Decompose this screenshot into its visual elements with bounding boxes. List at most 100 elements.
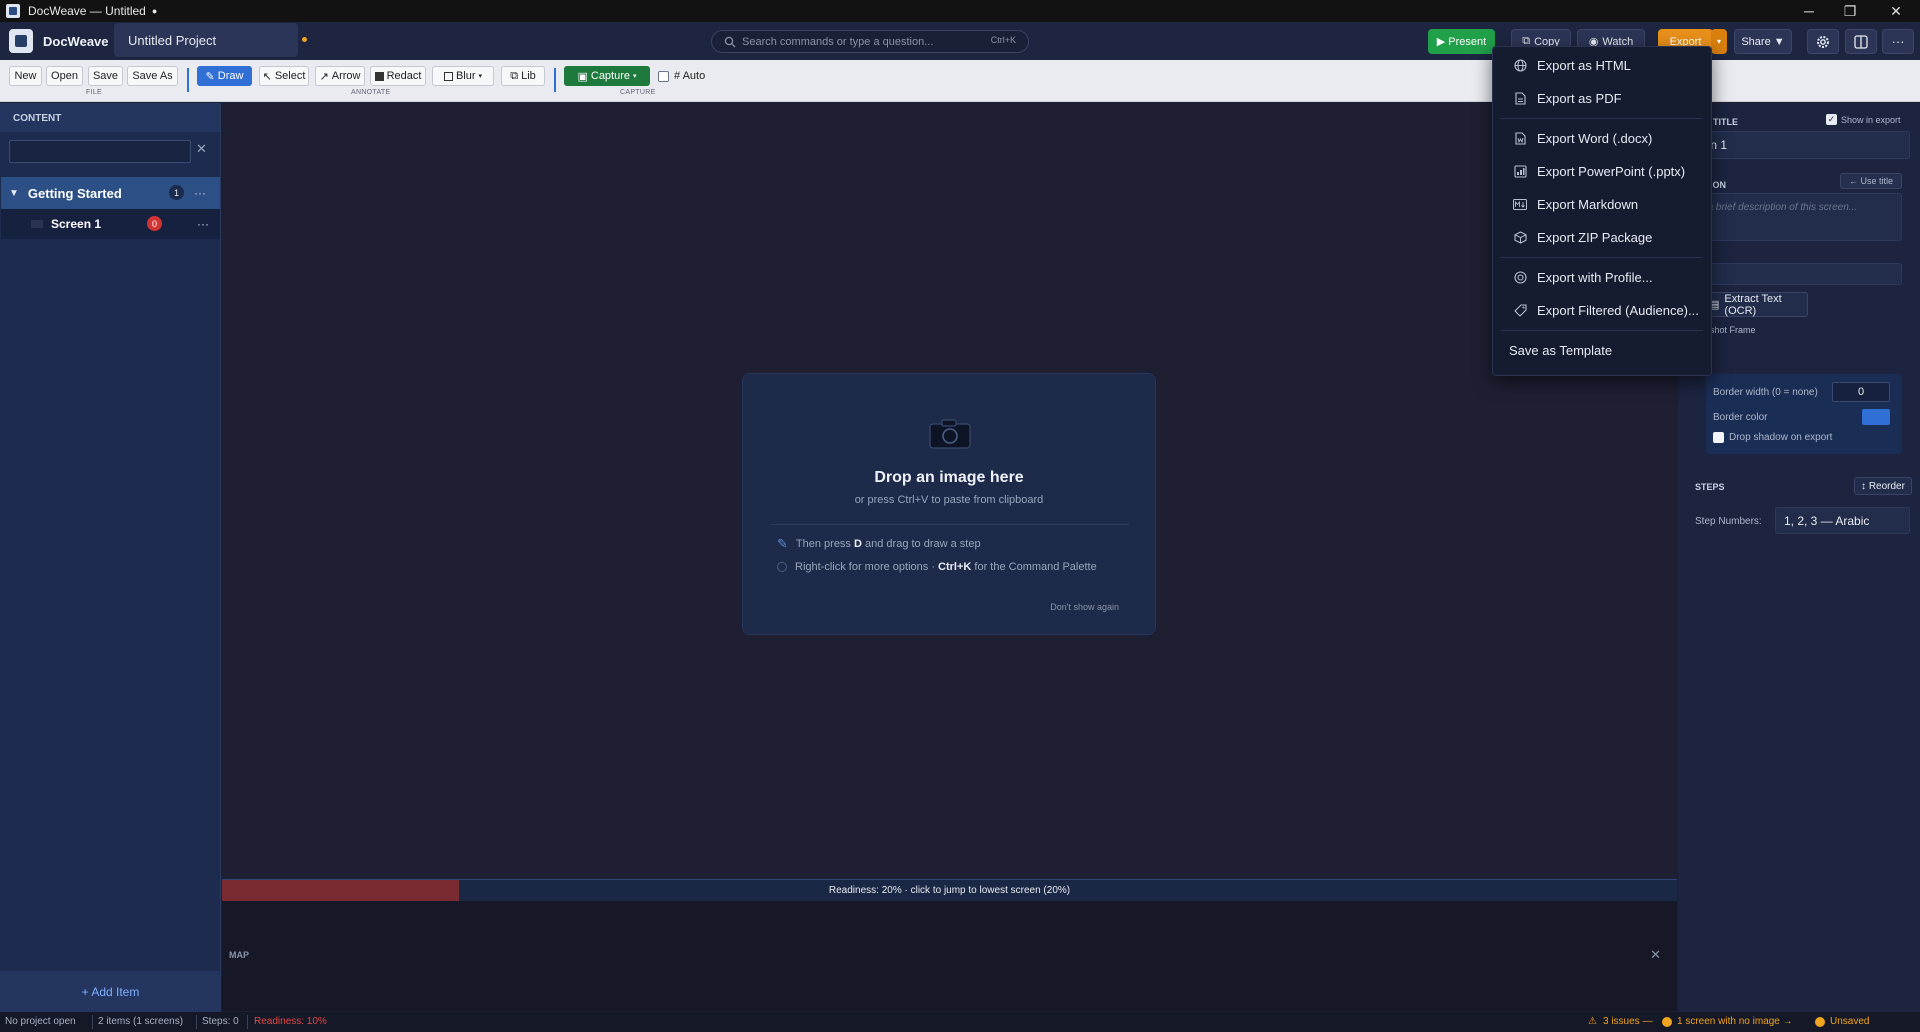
- menu-label: Save as Template: [1509, 342, 1613, 358]
- drop-zone[interactable]: Drop an image here or press Ctrl+V to pa…: [742, 373, 1156, 635]
- checked-checkbox-icon[interactable]: ✓: [1826, 114, 1837, 125]
- close-map-icon[interactable]: ✕: [1650, 947, 1661, 963]
- project-tab[interactable]: Untitled Project: [114, 23, 298, 57]
- menu-export-word[interactable]: Export Word (.docx): [1493, 123, 1711, 153]
- library-button[interactable]: ⧉ Lib: [501, 66, 545, 86]
- blur-tool-button[interactable]: Blur ▾: [432, 66, 494, 86]
- arrow-tool-button[interactable]: ↗ Arrow: [315, 66, 365, 86]
- arrow-label: Arrow: [331, 70, 361, 82]
- select-label: Select: [274, 70, 306, 82]
- save-as-button[interactable]: Save As: [127, 66, 178, 86]
- screen-thumbnail-icon: [31, 220, 43, 228]
- dont-show-again-link[interactable]: Don't show again: [1050, 602, 1119, 612]
- collapse-triangle-icon[interactable]: ▼: [9, 188, 19, 199]
- save-button[interactable]: Save: [88, 66, 123, 86]
- menu-label: Export as HTML: [1537, 57, 1631, 73]
- restore-button[interactable]: ❐: [1827, 0, 1873, 22]
- issue-count-badge: 0: [147, 216, 162, 231]
- unsaved-dot-icon: [1815, 1017, 1825, 1027]
- search-icon: [724, 36, 736, 47]
- new-button[interactable]: New: [9, 66, 42, 86]
- screen-more-button[interactable]: ···: [197, 217, 209, 231]
- drop-shadow-checkbox[interactable]: [1713, 432, 1724, 443]
- command-search[interactable]: Search commands or type a question... Ct…: [711, 30, 1029, 53]
- add-item-button[interactable]: + Add Item: [0, 971, 221, 1012]
- status-no-image[interactable]: 1 screen with no image →: [1677, 1016, 1793, 1027]
- border-width-input[interactable]: 0: [1832, 382, 1890, 402]
- step-numbers-select[interactable]: 1, 2, 3 — Arabic: [1775, 507, 1910, 534]
- file-group-label: FILE: [86, 89, 102, 96]
- menu-export-powerpoint[interactable]: Export PowerPoint (.pptx): [1493, 156, 1711, 186]
- menu-export-with-profile[interactable]: Export with Profile...: [1493, 262, 1711, 292]
- drop-subtitle: or press Ctrl+V to paste from clipboard: [854, 494, 1044, 506]
- capture-button[interactable]: ▣ Capture ▾: [564, 66, 650, 86]
- app-icon: [6, 4, 20, 18]
- use-title-button[interactable]: ← Use title: [1840, 173, 1902, 189]
- open-button[interactable]: Open: [46, 66, 83, 86]
- auto-checkbox[interactable]: [658, 70, 669, 82]
- capture-group-label: CAPTURE: [620, 89, 656, 96]
- content-filter-input[interactable]: [9, 140, 191, 163]
- present-button[interactable]: ▶ Present: [1428, 29, 1495, 54]
- warning-icon: ⚠: [1588, 1016, 1597, 1027]
- logo-icon: [9, 29, 33, 53]
- chevron-down-icon: ▾: [1716, 37, 1721, 46]
- tip-key-ctrl-k: Ctrl+K: [938, 561, 972, 573]
- reorder-steps-button[interactable]: ↕ Reorder: [1854, 477, 1912, 495]
- status-divider: [196, 1015, 197, 1029]
- close-window-button[interactable]: ✕: [1873, 0, 1919, 22]
- more-dots-icon: ···: [1891, 34, 1905, 49]
- select-tool-button[interactable]: ↖ Select: [259, 66, 309, 86]
- menu-save-as-template[interactable]: Save as Template: [1493, 335, 1711, 365]
- drop-shadow-toggle[interactable]: Drop shadow on export: [1713, 432, 1832, 443]
- tag-icon: [1513, 303, 1527, 317]
- menu-export-zip[interactable]: Export ZIP Package: [1493, 222, 1711, 252]
- menu-export-html[interactable]: Export as HTML: [1493, 50, 1711, 80]
- menu-export-markdown[interactable]: Export Markdown: [1493, 189, 1711, 219]
- library-icon: ⧉: [510, 69, 519, 82]
- brand-name: DocWeave: [43, 33, 109, 49]
- menu-label: Export Filtered (Audience)...: [1537, 302, 1699, 318]
- status-divider: [92, 1015, 93, 1029]
- clear-filter-icon[interactable]: ✕: [196, 141, 207, 157]
- editor-canvas[interactable]: Drop an image here or press Ctrl+V to pa…: [222, 103, 1677, 879]
- menu-export-pdf[interactable]: Export as PDF: [1493, 83, 1711, 113]
- status-project: No project open: [5, 1016, 76, 1027]
- chevron-down-icon: ▾: [633, 73, 637, 80]
- panel-toggle-button[interactable]: [1845, 29, 1877, 54]
- group-more-button[interactable]: ···: [194, 186, 206, 200]
- capture-label: Capture: [590, 70, 631, 82]
- chevron-down-icon: ▾: [478, 73, 483, 80]
- globe-icon: [1513, 58, 1527, 72]
- word-icon: [1513, 131, 1527, 145]
- share-button[interactable]: Share ▼: [1734, 29, 1792, 54]
- status-readiness[interactable]: Readiness: 10%: [254, 1016, 327, 1027]
- show-in-export-toggle[interactable]: ✓ Show in export: [1826, 114, 1901, 125]
- menu-export-filtered[interactable]: Export Filtered (Audience)...: [1493, 295, 1711, 325]
- menu-label: Export Markdown: [1537, 196, 1639, 212]
- screen-title-input[interactable]: creen 1: [1678, 131, 1910, 159]
- map-panel: MAP ✕: [222, 901, 1677, 1011]
- auto-capture-toggle[interactable]: # Auto: [658, 70, 705, 82]
- more-menu-button[interactable]: ···: [1882, 29, 1914, 54]
- settings-button[interactable]: [1807, 29, 1839, 54]
- draw-tool-button[interactable]: ✎ Draw: [197, 66, 252, 86]
- sidebar-item-screen-1[interactable]: Screen 1 0 ···: [1, 209, 220, 239]
- extract-text-ocr-button[interactable]: ▤ Extract Text (OCR): [1708, 292, 1808, 317]
- sidebar-group-getting-started[interactable]: ▼ Getting Started 1 ···: [1, 177, 220, 209]
- auto-label: # Auto: [674, 70, 706, 82]
- export-dropdown-toggle[interactable]: ▾: [1711, 29, 1727, 54]
- redact-tool-button[interactable]: Redact: [370, 66, 426, 86]
- menu-label: Export PowerPoint (.pptx): [1537, 163, 1686, 179]
- status-issues[interactable]: 3 issues —: [1603, 1016, 1652, 1027]
- minimize-button[interactable]: ─: [1786, 0, 1832, 22]
- window-title: DocWeave — Untitled: [28, 4, 146, 18]
- menu-divider: [1501, 257, 1703, 258]
- tip-text-1a: Then press: [795, 538, 854, 550]
- status-steps: Steps: 0: [202, 1016, 239, 1027]
- border-color-swatch[interactable]: [1862, 409, 1890, 425]
- info-icon: [777, 562, 787, 572]
- pencil-icon: ✎: [777, 536, 788, 551]
- camera-icon: ▣: [577, 70, 588, 83]
- readiness-bar[interactable]: Readiness: 20% · click to jump to lowest…: [222, 879, 1677, 901]
